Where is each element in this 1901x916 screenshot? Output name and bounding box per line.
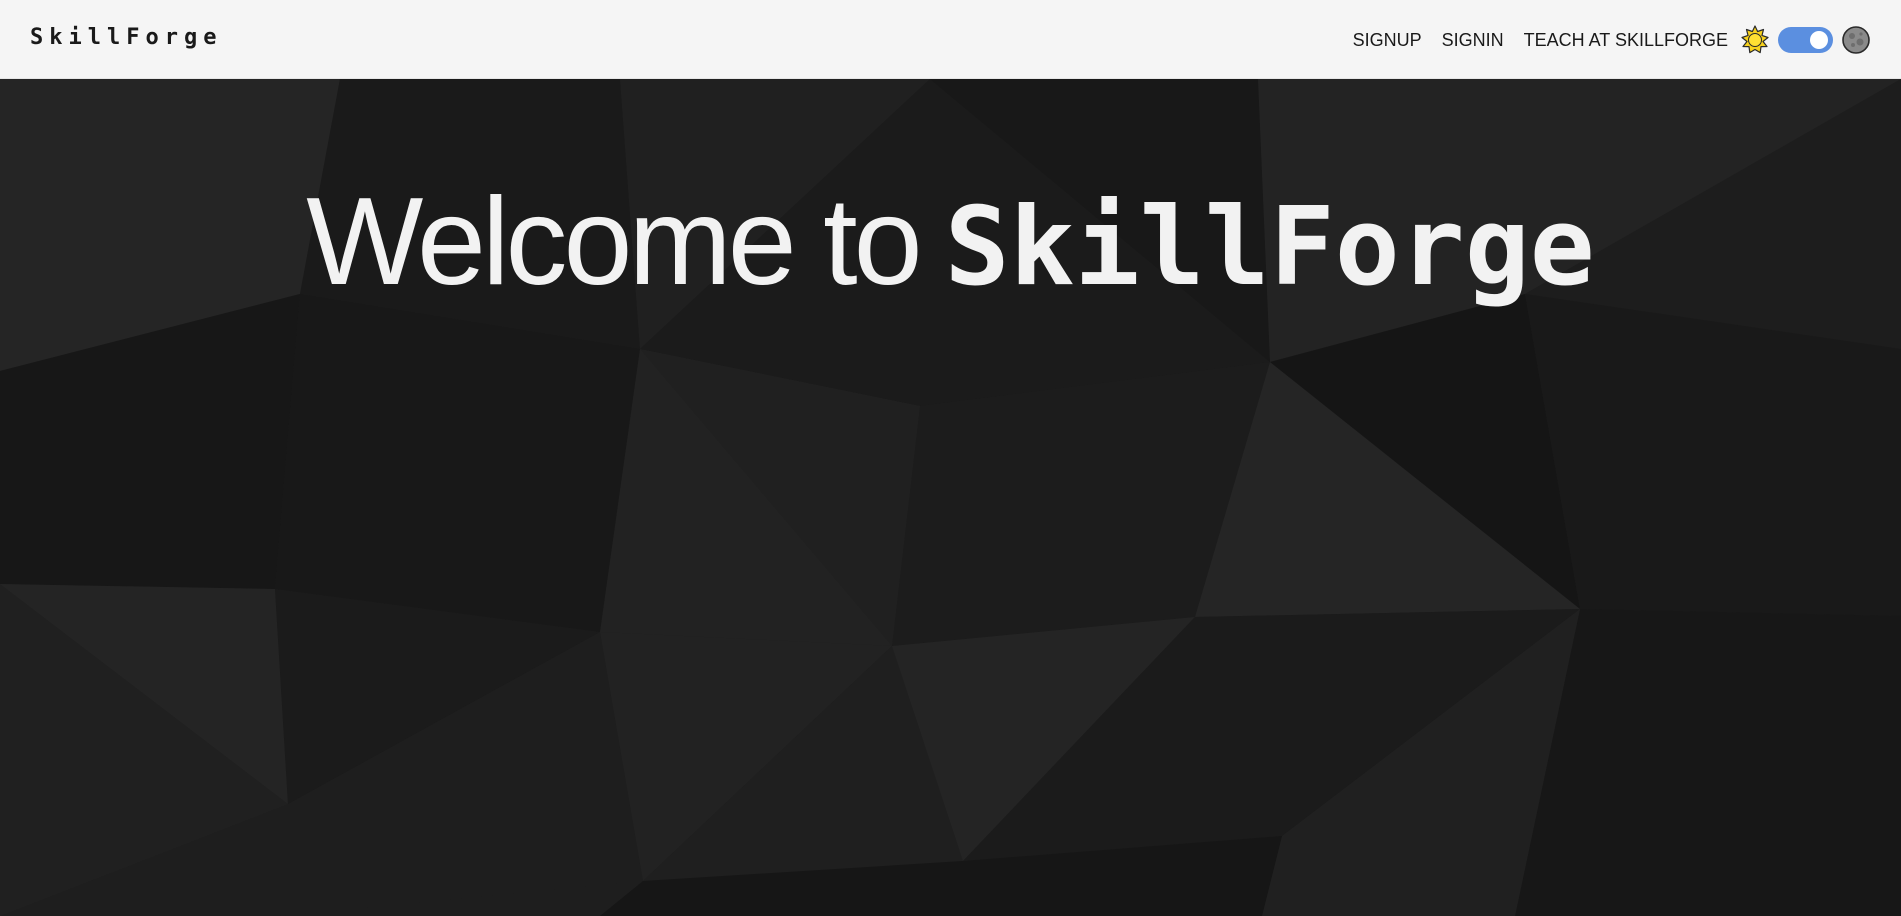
moon-icon [1841, 25, 1871, 55]
toggle-knob [1810, 30, 1828, 49]
brand-logo-link[interactable]: SkillForge [30, 23, 222, 53]
top-navbar: SkillForge SIGNUP SIGNIN TEACH AT SKILLF… [0, 0, 1901, 79]
hero-title-prefix: Welcome to [306, 173, 922, 311]
hero-title-brand: SkillForge [944, 185, 1595, 310]
signup-link[interactable]: SIGNUP [1353, 29, 1422, 51]
nav-links: SIGNUP SIGNIN TEACH AT SKILLFORGE [1353, 0, 1871, 79]
hero-section: Welcome to SkillForge [0, 79, 1901, 916]
hero-title: Welcome to SkillForge [0, 172, 1901, 350]
page: SkillForge SIGNUP SIGNIN TEACH AT SKILLF… [0, 0, 1901, 916]
teach-link[interactable]: TEACH AT SKILLFORGE [1524, 29, 1728, 51]
signin-link[interactable]: SIGNIN [1442, 29, 1504, 51]
sun-icon [1740, 24, 1770, 55]
theme-toggle[interactable] [1778, 26, 1833, 53]
